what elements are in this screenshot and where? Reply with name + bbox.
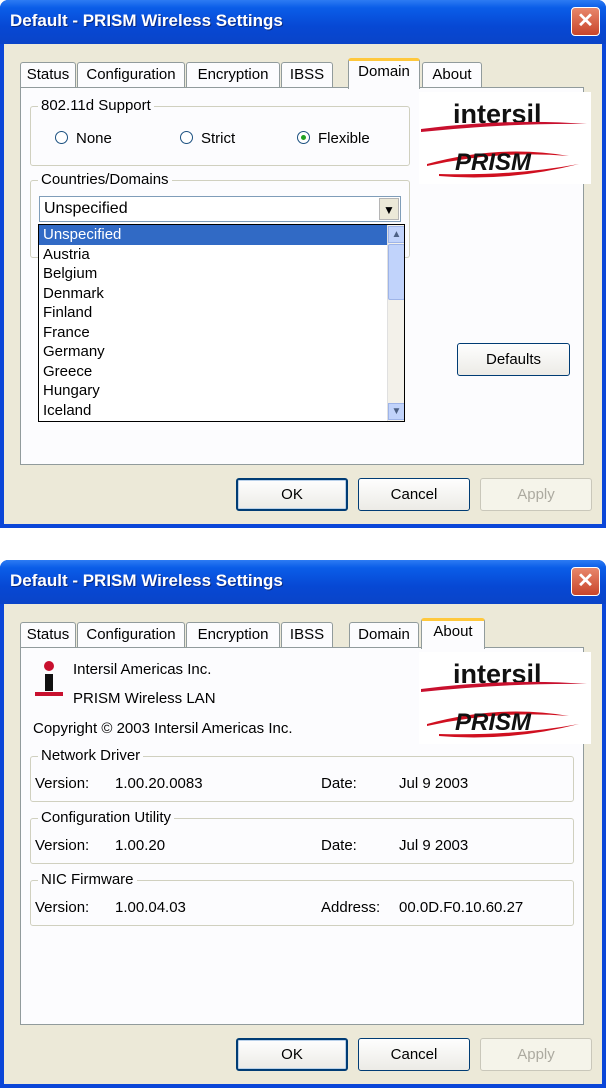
scroll-up-icon[interactable]: ▲ (388, 226, 404, 243)
product-name: PRISM Wireless LAN (73, 690, 216, 707)
ok-button[interactable]: OK (236, 1038, 348, 1071)
dropdown-arrow-icon[interactable]: ▼ (379, 198, 399, 220)
radio-strict-label: Strict (201, 130, 236, 147)
tab-ibss[interactable]: IBSS (281, 62, 333, 88)
radio-strict[interactable]: Strict (180, 130, 235, 147)
tab-status[interactable]: Status (20, 62, 76, 88)
prism-logo: PRISM (427, 709, 579, 738)
dialog-client-area: Status Configuration Encryption IBSS Dom… (4, 44, 602, 524)
utility-version-value: 1.00.20 (115, 837, 166, 854)
list-item[interactable]: Finland (39, 303, 404, 323)
configuration-utility-groupbox: Configuration Utility Version: 1.00.20 D… (30, 810, 574, 864)
section-title: Configuration Utility (38, 810, 175, 826)
countries-group-title: Countries/Domains (38, 172, 172, 188)
version-label: Version: (35, 775, 90, 792)
intersil-prism-logo: intersil PRISM (419, 92, 591, 184)
section-title: Network Driver (38, 748, 144, 764)
scroll-down-icon[interactable]: ▼ (388, 403, 404, 420)
radio-none-indicator (55, 131, 68, 144)
settings-window-about: Default - PRISM Wireless Settings ✕ Stat… (0, 560, 606, 1088)
radio-flexible-label: Flexible (318, 130, 370, 147)
tab-encryption[interactable]: Encryption (186, 62, 280, 88)
prism-logo: PRISM (427, 149, 579, 178)
nic-firmware-groupbox: NIC Firmware Version: 1.00.04.03 Address… (30, 872, 574, 926)
driver-date-value: Jul 9 2003 (399, 775, 469, 792)
countries-combo-value: Unspecified (44, 200, 128, 217)
scroll-thumb[interactable] (388, 244, 404, 300)
close-icon: ✕ (577, 10, 594, 32)
intersil-logo: intersil (421, 659, 587, 692)
dialog-client-area: Status Configuration Encryption IBSS Dom… (4, 604, 602, 1084)
title-bar[interactable]: Default - PRISM Wireless Settings ✕ (0, 560, 606, 604)
driver-version-value: 1.00.20.0083 (115, 775, 203, 792)
ok-button[interactable]: OK (236, 478, 348, 511)
window-title: Default - PRISM Wireless Settings (10, 11, 283, 30)
version-label: Version: (35, 899, 90, 916)
tab-panel-domain: 802.11d Support None Strict Flexible Cou… (20, 87, 591, 465)
list-scrollbar[interactable]: ▲ ▼ (387, 225, 404, 421)
cancel-button[interactable]: Cancel (358, 1038, 470, 1071)
tab-domain[interactable]: Domain (348, 58, 420, 89)
defaults-button[interactable]: Defaults (457, 343, 570, 376)
countries-dropdown-list[interactable]: Unspecified Austria Belgium Denmark Finl… (38, 224, 405, 422)
radio-flexible-indicator (297, 131, 310, 144)
list-item[interactable]: Denmark (39, 284, 404, 304)
list-item[interactable]: France (39, 323, 404, 343)
tab-panel-about: Intersil Americas Inc. PRISM Wireless LA… (20, 647, 591, 1025)
firmware-version-value: 1.00.04.03 (115, 899, 186, 916)
date-label: Date: (321, 775, 357, 792)
intersil-info-icon (35, 661, 63, 696)
radio-none-label: None (76, 130, 112, 147)
support-groupbox: 802.11d Support None Strict Flexible (30, 98, 410, 166)
list-item[interactable]: Austria (39, 245, 404, 265)
address-label: Address: (321, 899, 381, 916)
window-title: Default - PRISM Wireless Settings (10, 571, 283, 590)
close-button[interactable]: ✕ (571, 567, 600, 596)
close-icon: ✕ (577, 570, 594, 592)
mac-address-value: 00.0D.F0.10.60.27 (399, 899, 524, 916)
list-item[interactable]: Unspecified (39, 225, 404, 245)
list-item[interactable]: Belgium (39, 264, 404, 284)
list-item[interactable]: Iceland (39, 401, 404, 421)
tab-encryption[interactable]: Encryption (186, 622, 280, 648)
network-driver-groupbox: Network Driver Version: 1.00.20.0083 Dat… (30, 748, 574, 802)
copyright-text: Copyright © 2003 Intersil Americas Inc. (33, 720, 293, 737)
settings-window-domain: Default - PRISM Wireless Settings ✕ Stat… (0, 0, 606, 528)
support-group-title: 802.11d Support (38, 98, 154, 114)
version-label: Version: (35, 837, 90, 854)
intersil-prism-logo: intersil PRISM (419, 652, 591, 744)
radio-flexible[interactable]: Flexible (297, 130, 370, 147)
date-label: Date: (321, 837, 357, 854)
utility-date-value: Jul 9 2003 (399, 837, 469, 854)
list-item[interactable]: Germany (39, 342, 404, 362)
close-button[interactable]: ✕ (571, 7, 600, 36)
list-item[interactable]: Hungary (39, 381, 404, 401)
list-item[interactable]: Greece (39, 362, 404, 382)
tab-status[interactable]: Status (20, 622, 76, 648)
apply-button[interactable]: Apply (480, 478, 592, 511)
apply-button[interactable]: Apply (480, 1038, 592, 1071)
radio-strict-indicator (180, 131, 193, 144)
tab-configuration[interactable]: Configuration (77, 62, 185, 88)
tab-domain[interactable]: Domain (349, 622, 419, 648)
company-name: Intersil Americas Inc. (73, 661, 212, 678)
section-title: NIC Firmware (38, 872, 137, 888)
radio-none[interactable]: None (55, 130, 112, 147)
title-bar[interactable]: Default - PRISM Wireless Settings ✕ (0, 0, 606, 44)
tab-about[interactable]: About (422, 62, 482, 88)
intersil-logo: intersil (421, 99, 587, 132)
countries-combobox[interactable]: Unspecified ▼ (39, 196, 401, 222)
tab-about[interactable]: About (421, 618, 485, 649)
tab-configuration[interactable]: Configuration (77, 622, 185, 648)
tab-ibss[interactable]: IBSS (281, 622, 333, 648)
cancel-button[interactable]: Cancel (358, 478, 470, 511)
